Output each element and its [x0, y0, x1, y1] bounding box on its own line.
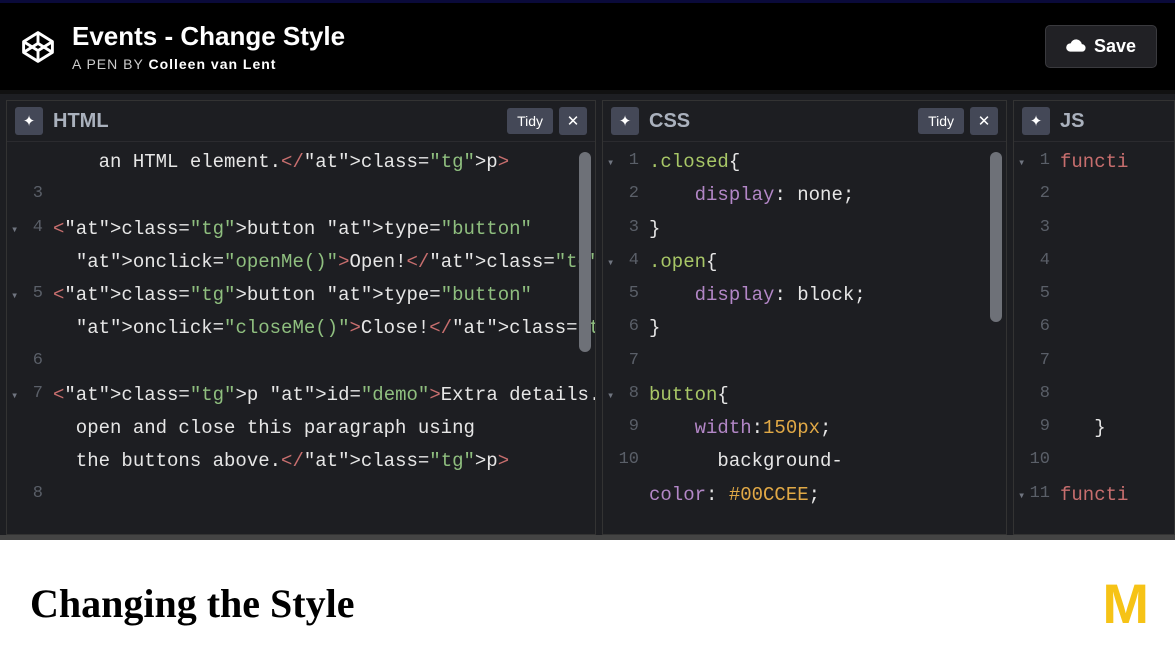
- title-block: Events - Change Style A PEN BY Colleen v…: [72, 21, 345, 72]
- panel-close-button[interactable]: ✕: [559, 107, 587, 135]
- js-editor[interactable]: 1234567891011 functi } functi: [1014, 142, 1174, 534]
- editors-row: ✦ HTML Tidy ✕ 345678 an HTML element.</"…: [0, 90, 1175, 540]
- pen-byline: A PEN BY Colleen van Lent: [72, 56, 345, 72]
- panel-html: ✦ HTML Tidy ✕ 345678 an HTML element.</"…: [6, 100, 596, 535]
- save-label: Save: [1094, 36, 1136, 57]
- tidy-button[interactable]: Tidy: [918, 108, 964, 134]
- scrollbar[interactable]: [990, 152, 1002, 322]
- scrollbar[interactable]: [579, 152, 591, 352]
- pen-author[interactable]: Colleen van Lent: [148, 56, 276, 72]
- panel-css-label: CSS: [649, 110, 690, 133]
- panel-settings-button[interactable]: ✦: [15, 107, 43, 135]
- panel-js: ✦ JS 1234567891011 functi } functi: [1013, 100, 1175, 535]
- preview-pane: Changing the Style M: [0, 540, 1175, 666]
- panel-html-label: HTML: [53, 110, 109, 133]
- gear-icon: ✦: [23, 113, 36, 130]
- codepen-logo: [18, 27, 58, 67]
- close-icon: ✕: [978, 113, 991, 130]
- pen-by-prefix: A PEN BY: [72, 56, 144, 72]
- css-gutter: 12345678910: [603, 142, 647, 534]
- gear-icon: ✦: [1030, 113, 1043, 130]
- panel-close-button[interactable]: ✕: [970, 107, 998, 135]
- gear-icon: ✦: [619, 113, 632, 130]
- css-code-body[interactable]: .closed{ display: none;}.open{ display: …: [647, 142, 1006, 534]
- panel-settings-button[interactable]: ✦: [1022, 107, 1050, 135]
- html-code-body[interactable]: an HTML element.</"at">class="tg">p> <"a…: [51, 142, 595, 534]
- cloud-icon: [1066, 36, 1086, 57]
- html-gutter: 345678: [7, 142, 51, 534]
- top-bar: Events - Change Style A PEN BY Colleen v…: [0, 0, 1175, 90]
- pen-title[interactable]: Events - Change Style: [72, 21, 345, 52]
- html-editor[interactable]: 345678 an HTML element.</"at">class="tg"…: [7, 142, 595, 534]
- css-editor[interactable]: 12345678910 .closed{ display: none;}.ope…: [603, 142, 1006, 534]
- panel-js-header: ✦ JS: [1014, 101, 1174, 142]
- panel-html-header: ✦ HTML Tidy ✕: [7, 101, 595, 142]
- panel-css: ✦ CSS Tidy ✕ 12345678910 .closed{ displa…: [602, 100, 1007, 535]
- panel-js-label: JS: [1060, 110, 1084, 133]
- close-icon: ✕: [567, 113, 580, 130]
- preview-heading: Changing the Style: [30, 580, 355, 627]
- js-code-body[interactable]: functi } functi: [1058, 142, 1174, 534]
- panel-settings-button[interactable]: ✦: [611, 107, 639, 135]
- js-gutter: 1234567891011: [1014, 142, 1058, 534]
- panel-css-header: ✦ CSS Tidy ✕: [603, 101, 1006, 142]
- save-button[interactable]: Save: [1045, 25, 1157, 68]
- tidy-button[interactable]: Tidy: [507, 108, 553, 134]
- michigan-logo: M: [1102, 571, 1145, 636]
